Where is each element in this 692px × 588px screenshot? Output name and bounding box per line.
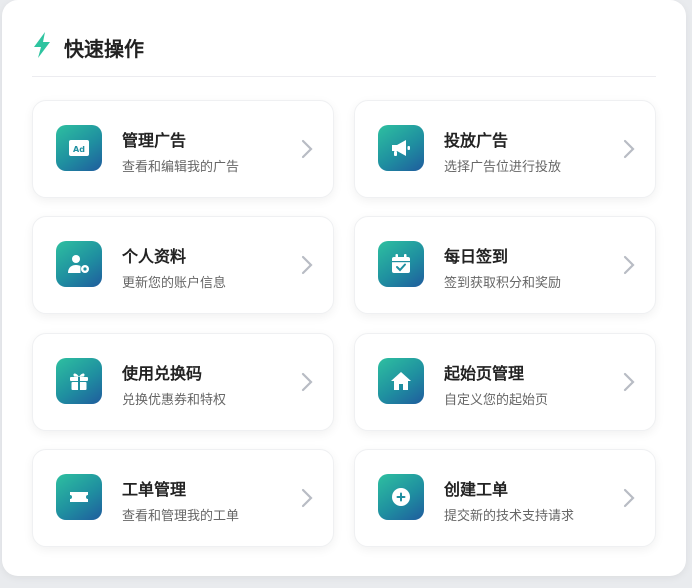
card-description: 更新您的账户信息 [122, 276, 227, 291]
quick-actions-panel: 快速操作 Ad 管理广告 查看和编辑我的广告 投放广告 选择广告位进行投放 个人… [2, 0, 686, 576]
svg-text:Ad: Ad [73, 145, 85, 154]
chevron-right-icon [623, 139, 635, 159]
profile-card[interactable]: 个人资料 更新您的账户信息 [32, 216, 334, 314]
card-title: 个人资料 [122, 247, 187, 266]
card-title: 每日签到 [444, 247, 509, 266]
card-title: 投放广告 [444, 131, 509, 150]
chevron-right-icon [301, 139, 313, 159]
place-ads-card[interactable]: 投放广告 选择广告位进行投放 [354, 100, 656, 198]
create-ticket-card[interactable]: 创建工单 提交新的技术支持请求 [354, 449, 656, 547]
megaphone-icon [378, 125, 424, 171]
card-title: 起始页管理 [444, 364, 525, 383]
chevron-right-icon [301, 488, 313, 508]
redeem-code-card[interactable]: 使用兑换码 兑换优惠券和特权 [32, 333, 334, 431]
start-page-card[interactable]: 起始页管理 自定义您的起始页 [354, 333, 656, 431]
card-description: 提交新的技术支持请求 [444, 509, 575, 524]
gift-icon [56, 358, 102, 404]
card-title: 创建工单 [444, 480, 509, 499]
panel-title: 快速操作 [64, 37, 144, 61]
chevron-right-icon [623, 488, 635, 508]
card-description: 查看和编辑我的广告 [122, 160, 240, 175]
card-description: 自定义您的起始页 [444, 393, 549, 408]
card-description: 签到获取积分和奖励 [444, 276, 562, 291]
chevron-right-icon [301, 372, 313, 392]
ad-icon: Ad [56, 125, 102, 171]
chevron-right-icon [623, 255, 635, 275]
daily-checkin-card[interactable]: 每日签到 签到获取积分和奖励 [354, 216, 656, 314]
panel-header: 快速操作 [32, 30, 656, 77]
ticket-icon [56, 474, 102, 520]
card-title: 工单管理 [122, 480, 187, 499]
plus-circle-icon [378, 474, 424, 520]
manage-ads-card[interactable]: Ad 管理广告 查看和编辑我的广告 [32, 100, 334, 198]
card-title: 管理广告 [122, 131, 187, 150]
calendar-check-icon [378, 241, 424, 287]
card-description: 查看和管理我的工单 [122, 509, 240, 524]
card-title: 使用兑换码 [122, 364, 203, 383]
card-description: 兑换优惠券和特权 [122, 393, 227, 408]
card-description: 选择广告位进行投放 [444, 160, 562, 175]
tickets-card[interactable]: 工单管理 查看和管理我的工单 [32, 449, 334, 547]
user-settings-icon [56, 241, 102, 287]
chevron-right-icon [623, 372, 635, 392]
lightning-icon [34, 32, 50, 58]
chevron-right-icon [301, 255, 313, 275]
home-icon [378, 358, 424, 404]
